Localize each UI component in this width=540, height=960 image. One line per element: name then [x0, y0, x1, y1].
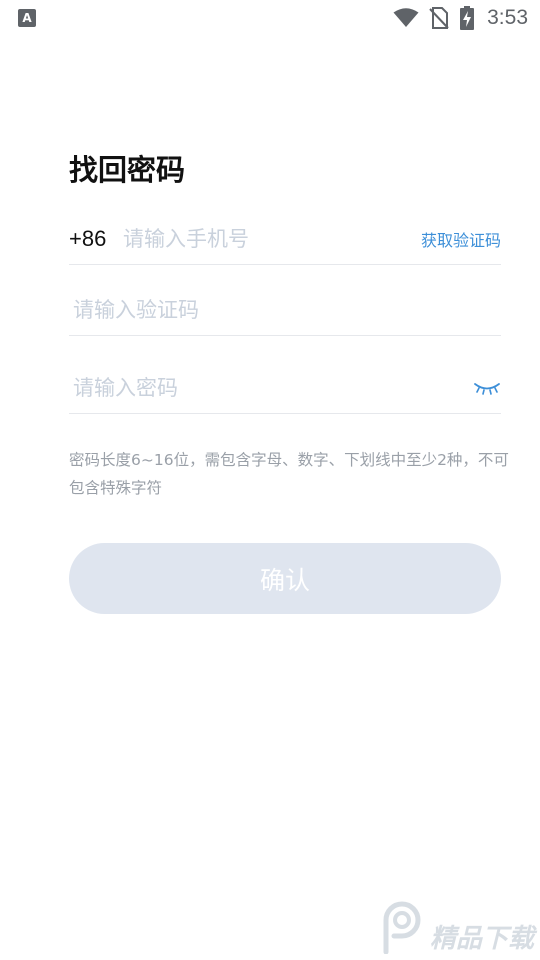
battery-charging-icon [460, 6, 475, 30]
watermark-text: 精品下载 [429, 924, 534, 954]
status-icons: 3:53 [393, 0, 528, 36]
no-sim-icon [429, 7, 449, 29]
country-code[interactable]: +86 [69, 226, 123, 252]
watermark: 精品下载 [378, 898, 534, 954]
code-row [69, 285, 501, 336]
eye-closed-icon[interactable] [473, 380, 501, 396]
password-row [69, 363, 501, 414]
page-title: 找回密码 [69, 153, 186, 187]
confirm-button[interactable]: 确认 [69, 543, 501, 614]
get-code-button[interactable]: 获取验证码 [421, 227, 501, 251]
wifi-icon [393, 8, 419, 27]
phone-input[interactable] [123, 227, 421, 251]
phone-row: +86 获取验证码 [69, 214, 501, 265]
password-input[interactable] [69, 376, 473, 400]
status-time: 3:53 [487, 6, 528, 29]
watermark-logo-icon [383, 901, 421, 954]
notification-app-icon: A [18, 9, 36, 27]
verification-code-input[interactable] [69, 298, 501, 322]
status-bar: A 3:53 [0, 0, 540, 36]
password-hint: 密码长度6~16位，需包含字母、数字、下划线中至少2种，不可包含特殊字符 [69, 451, 509, 497]
